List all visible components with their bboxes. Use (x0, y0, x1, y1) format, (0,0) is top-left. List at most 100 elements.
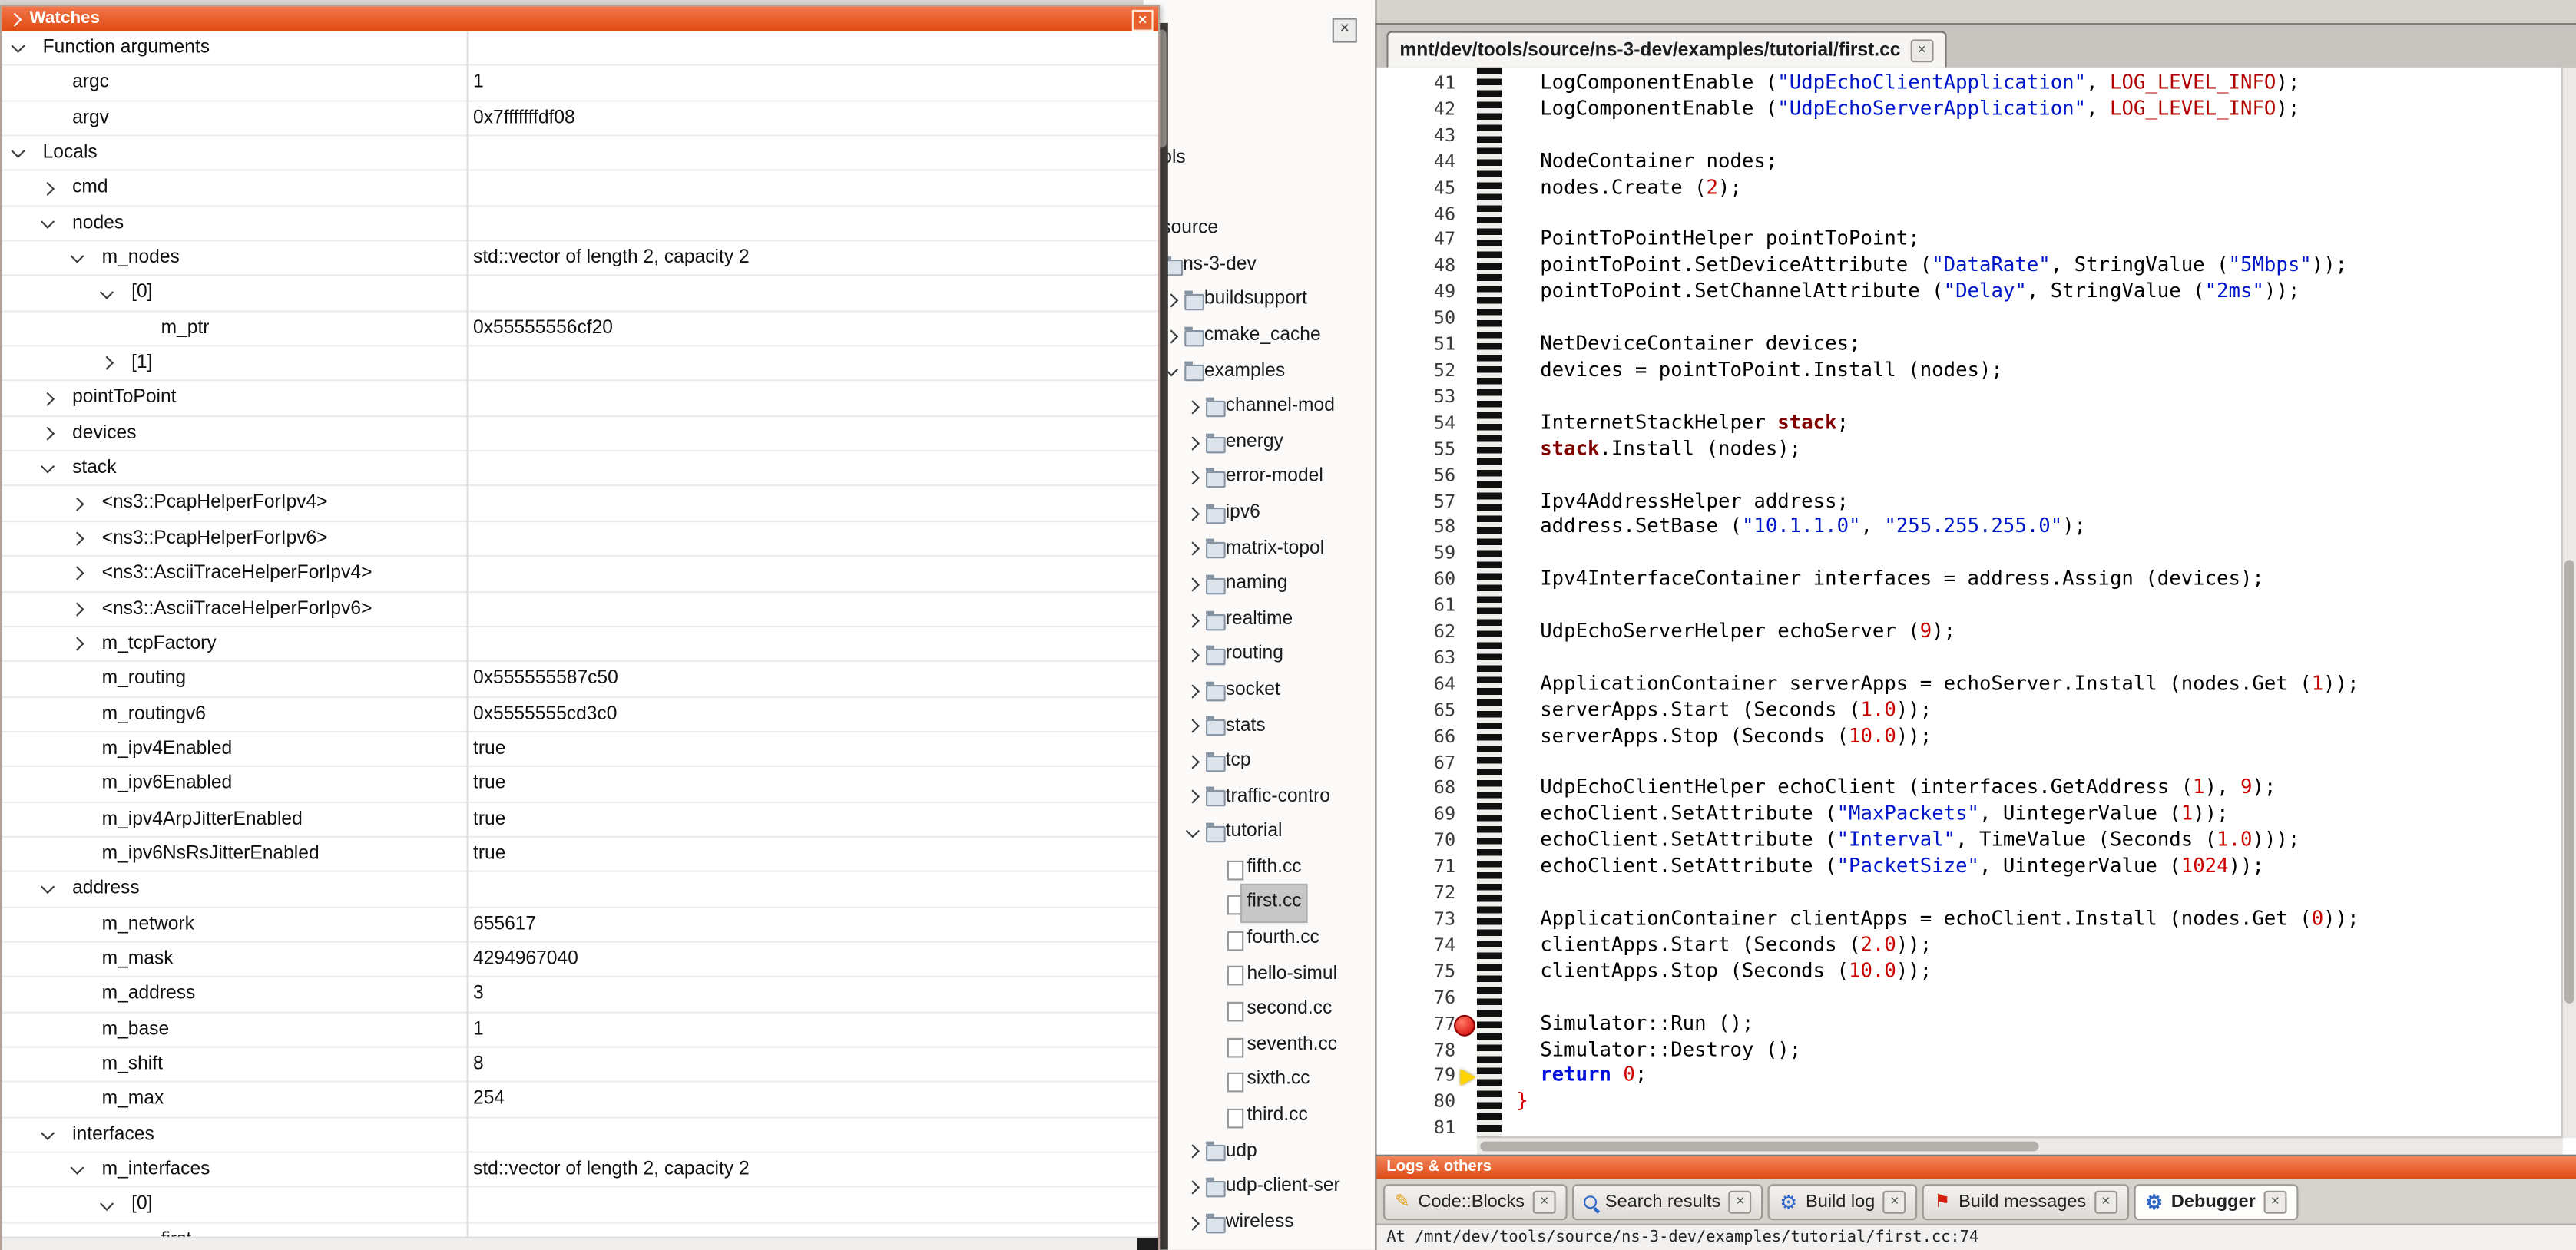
line-number[interactable]: 69 (1376, 802, 1455, 828)
watch-row[interactable]: devices (2, 417, 1158, 452)
watches-title-bar[interactable]: Watches (2, 7, 1158, 31)
watch-row[interactable]: m_nodesstd::vector of length 2, capacity… (2, 242, 1158, 277)
expand-arrow-icon[interactable] (1186, 719, 1200, 733)
expand-arrow-icon[interactable] (100, 356, 114, 370)
tree-item[interactable] (1144, 177, 1376, 212)
expand-arrow-icon[interactable] (1186, 613, 1200, 627)
tab-close-icon[interactable]: × (1533, 1191, 1556, 1214)
tree-item[interactable]: socket (1144, 673, 1376, 709)
expand-arrow-icon[interactable] (1186, 435, 1200, 449)
line-number[interactable]: 73 (1376, 907, 1455, 933)
logs-tab-build-messages[interactable]: ⚑Build messages× (1922, 1184, 2129, 1220)
logs-tab-build-log[interactable]: ⚙Build log× (1768, 1184, 1918, 1220)
watch-row[interactable]: argc1 (2, 66, 1158, 101)
watch-row[interactable]: m_ptr0x55555556cf20 (2, 312, 1158, 347)
collapse-arrow-icon[interactable] (1186, 824, 1200, 838)
editor-horizontal-scrollbar[interactable] (1477, 1136, 2563, 1156)
watch-row[interactable]: pointToPoint (2, 382, 1158, 417)
watch-row[interactable]: m_ipv6Enabledtrue (2, 767, 1158, 802)
tree-item[interactable]: first.cc (1144, 886, 1376, 921)
code-editor[interactable]: 41 LogComponentEnable ("UdpEchoClientApp… (1376, 68, 2562, 1139)
expand-arrow-icon[interactable] (41, 392, 55, 405)
tree-item[interactable]: buildsupport (1144, 283, 1376, 319)
collapse-arrow-icon[interactable] (70, 1161, 84, 1175)
line-number[interactable]: 81 (1376, 1116, 1455, 1138)
tree-item[interactable]: ipv6 (1144, 496, 1376, 531)
scrollbar-thumb[interactable] (1480, 1142, 2038, 1152)
line-number[interactable]: 49 (1376, 279, 1455, 306)
tree-item[interactable]: naming (1144, 567, 1376, 602)
watch-row[interactable]: m_ipv4Enabledtrue (2, 732, 1158, 768)
expand-arrow-icon[interactable] (70, 497, 84, 511)
tree-item[interactable]: hello-simul (1144, 957, 1376, 992)
expand-arrow-icon[interactable] (1186, 507, 1200, 521)
watch-row[interactable]: m_routingv60x5555555cd3c0 (2, 697, 1158, 732)
watch-row[interactable]: m_shift8 (2, 1048, 1158, 1083)
watch-row[interactable]: [0] (2, 276, 1158, 312)
line-number[interactable]: 72 (1376, 881, 1455, 907)
watches-horizontal-scrollbar[interactable] (2, 1237, 1158, 1250)
line-number[interactable]: 55 (1376, 436, 1455, 462)
tree-item[interactable]: fifth.cc (1144, 851, 1376, 886)
expand-arrow-icon[interactable] (1186, 684, 1200, 698)
expand-arrow-icon[interactable] (70, 602, 84, 616)
tree-item[interactable]: examples (1144, 354, 1376, 389)
line-number[interactable]: 57 (1376, 488, 1455, 514)
watch-row[interactable]: <ns3::AsciiTraceHelperForIpv6> (2, 592, 1158, 627)
line-number[interactable]: 77 (1376, 1011, 1455, 1037)
collapse-arrow-icon[interactable] (41, 881, 55, 895)
watch-row[interactable]: [0] (2, 1188, 1158, 1223)
watch-row[interactable]: address (2, 872, 1158, 908)
tree-item[interactable]: source (1144, 212, 1376, 247)
watch-row[interactable]: m_network655617 (2, 908, 1158, 943)
watch-row[interactable]: m_max254 (2, 1083, 1158, 1118)
resize-grip[interactable] (1137, 1238, 1158, 1250)
expand-arrow-icon[interactable] (1186, 790, 1200, 804)
line-number[interactable]: 66 (1376, 724, 1455, 750)
line-number[interactable]: 58 (1376, 514, 1455, 541)
tree-item[interactable]: stats (1144, 709, 1376, 744)
line-number[interactable]: 46 (1376, 201, 1455, 227)
expand-arrow-icon[interactable] (1186, 755, 1200, 769)
expand-arrow-icon[interactable] (1186, 1180, 1200, 1194)
watch-row[interactable]: [1] (2, 347, 1158, 382)
expand-arrow-icon[interactable] (70, 567, 84, 580)
watch-row[interactable]: argv0x7fffffffdf08 (2, 101, 1158, 137)
line-number[interactable]: 50 (1376, 306, 1455, 332)
logs-tab-code-blocks[interactable]: ✎Code::Blocks× (1383, 1184, 1568, 1220)
line-number[interactable]: 70 (1376, 828, 1455, 855)
tree-item[interactable]: second.cc (1144, 992, 1376, 1027)
tree-item[interactable]: matrix-topol (1144, 531, 1376, 567)
line-number[interactable]: 54 (1376, 410, 1455, 436)
watch-row[interactable]: stack (2, 451, 1158, 487)
expand-arrow-icon[interactable] (1186, 542, 1200, 556)
line-number[interactable]: 67 (1376, 750, 1455, 776)
tab-close-icon[interactable]: × (2094, 1191, 2117, 1214)
expand-arrow-icon[interactable] (1186, 400, 1200, 414)
line-number[interactable]: 51 (1376, 332, 1455, 358)
watch-row[interactable]: m_ipv6NsRsJitterEnabledtrue (2, 838, 1158, 873)
expand-arrow-icon[interactable] (1186, 1216, 1200, 1230)
line-number[interactable]: 60 (1376, 567, 1455, 593)
tree-item[interactable]: wireless (1144, 1205, 1376, 1241)
watch-row[interactable]: cmd (2, 171, 1158, 207)
tree-item[interactable]: traffic-contro (1144, 779, 1376, 815)
tree-item[interactable]: channel-mod (1144, 389, 1376, 425)
expand-arrow-icon[interactable] (41, 181, 55, 195)
watch-row[interactable]: nodes (2, 207, 1158, 242)
line-number[interactable]: 48 (1376, 253, 1455, 279)
line-number[interactable]: 41 (1376, 71, 1455, 97)
editor-tab[interactable]: mnt/dev/tools/source/ns-3-dev/examples/t… (1386, 31, 1946, 68)
collapse-arrow-icon[interactable] (41, 460, 55, 474)
tab-close-icon[interactable]: × (2263, 1191, 2286, 1214)
expand-arrow-icon[interactable] (70, 531, 84, 545)
line-number[interactable]: 44 (1376, 149, 1455, 175)
expand-arrow-icon[interactable] (1186, 649, 1200, 663)
tree-item[interactable]: cmake_cache (1144, 319, 1376, 354)
tree-item[interactable]: ols (1144, 141, 1376, 177)
logs-panel-header[interactable]: Logs & others (1376, 1156, 2576, 1179)
tab-close-icon[interactable]: × (1910, 38, 1933, 61)
line-number[interactable]: 75 (1376, 959, 1455, 985)
line-number[interactable]: 80 (1376, 1090, 1455, 1116)
watch-row[interactable]: m_ipv4ArpJitterEnabledtrue (2, 802, 1158, 838)
